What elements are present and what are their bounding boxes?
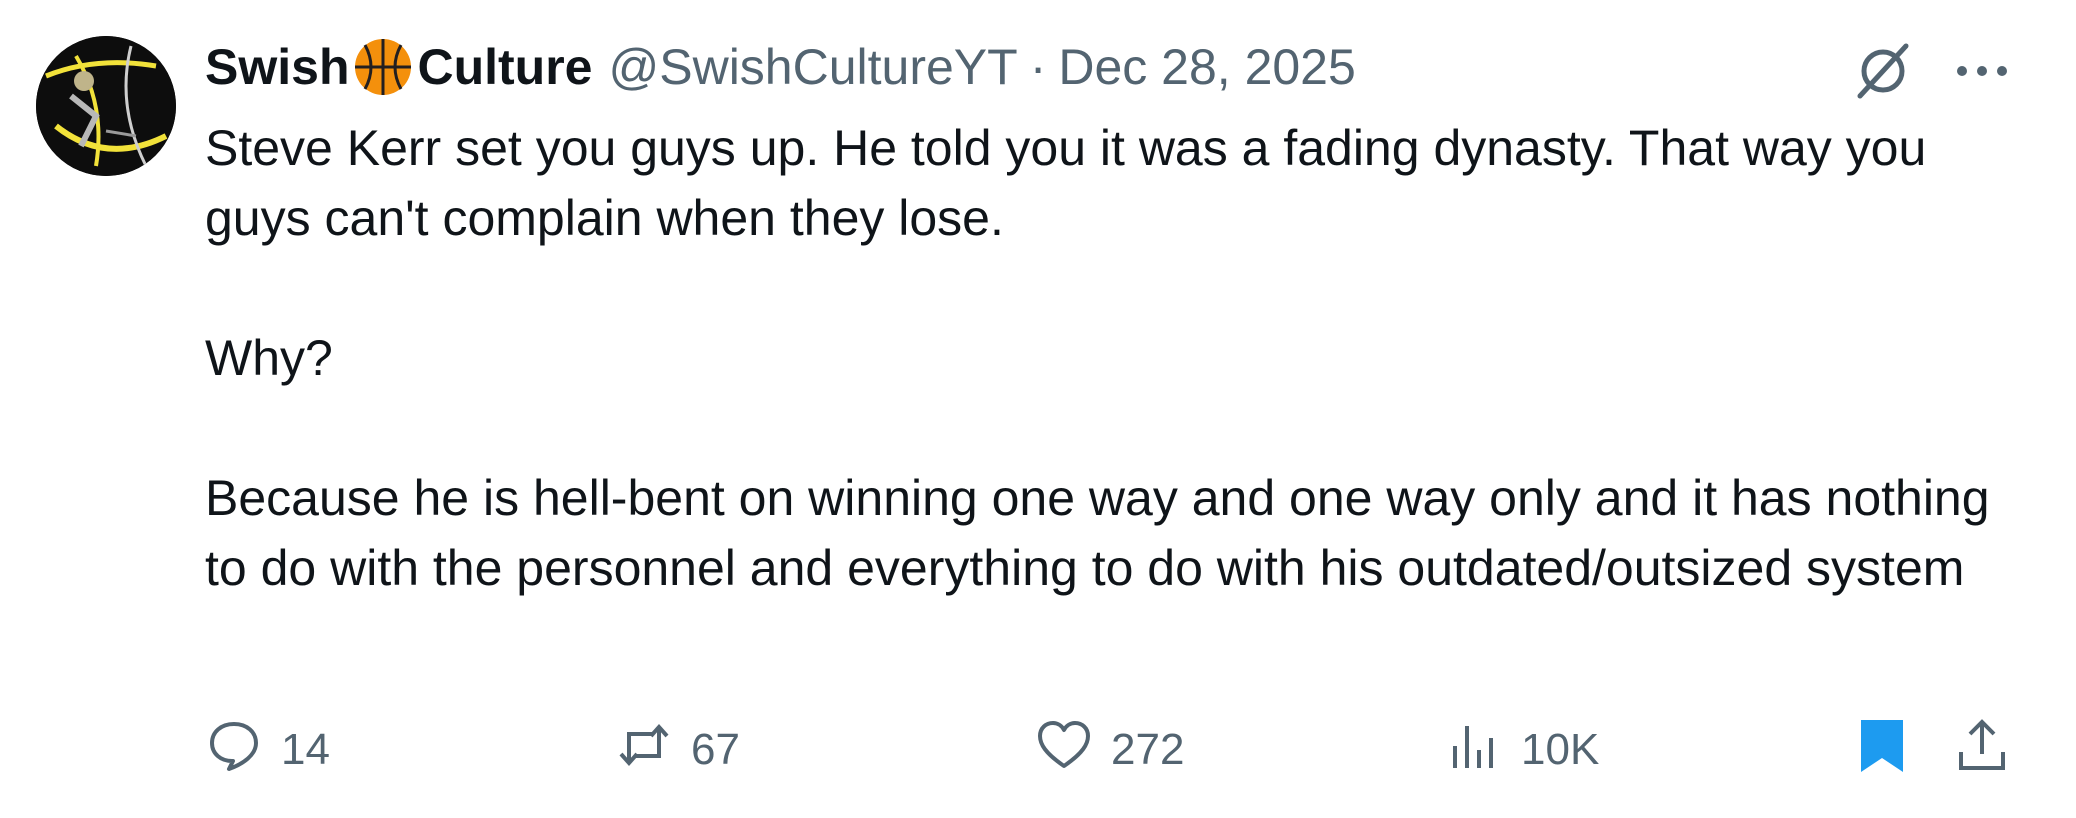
- reply-count: 14: [281, 725, 330, 774]
- author-handle[interactable]: @SwishCultureYT: [608, 38, 1017, 96]
- display-name-part1: Swish: [205, 39, 350, 95]
- separator-dot: ·: [1029, 39, 1047, 95]
- like-icon: [1035, 716, 1093, 785]
- tweet-paragraph: Because he is hell-bent on winning one w…: [205, 470, 1990, 596]
- display-name-part2: Culture: [417, 39, 593, 95]
- repost-icon: [615, 716, 673, 785]
- tweet-text: Steve Kerr set you guys up. He told you …: [205, 113, 2005, 603]
- display-name[interactable]: Swish Culture: [205, 37, 592, 97]
- top-right-actions: [1852, 40, 2012, 102]
- like-count: 272: [1111, 725, 1185, 774]
- views-button[interactable]: 10K: [1445, 715, 1599, 785]
- bookmark-button[interactable]: [1853, 715, 1911, 785]
- repost-button[interactable]: 67: [615, 715, 740, 785]
- reply-button[interactable]: 14: [205, 715, 330, 785]
- tweet-paragraph: Steve Kerr set you guys up. He told you …: [205, 120, 1927, 246]
- bookmark-icon: [1853, 716, 1911, 785]
- like-button[interactable]: 272: [1035, 715, 1184, 785]
- repost-count: 67: [691, 725, 740, 774]
- action-bar: 14 67 272 10K: [205, 715, 2012, 785]
- tweet-header: Swish Culture @SwishCultureYT · Dec 28, …: [205, 36, 1356, 98]
- avatar[interactable]: [36, 36, 176, 176]
- reply-icon: [205, 716, 263, 785]
- tweet-paragraph: Why?: [205, 330, 333, 386]
- grok-icon[interactable]: [1852, 40, 1914, 102]
- tweet-date[interactable]: Dec 28, 2025: [1058, 38, 1355, 96]
- views-count: 10K: [1521, 725, 1600, 774]
- share-icon: [1953, 716, 2011, 785]
- share-button[interactable]: [1953, 715, 2011, 785]
- more-icon[interactable]: [1952, 40, 2012, 102]
- views-icon: [1445, 716, 1503, 785]
- basketball-icon: [353, 37, 413, 97]
